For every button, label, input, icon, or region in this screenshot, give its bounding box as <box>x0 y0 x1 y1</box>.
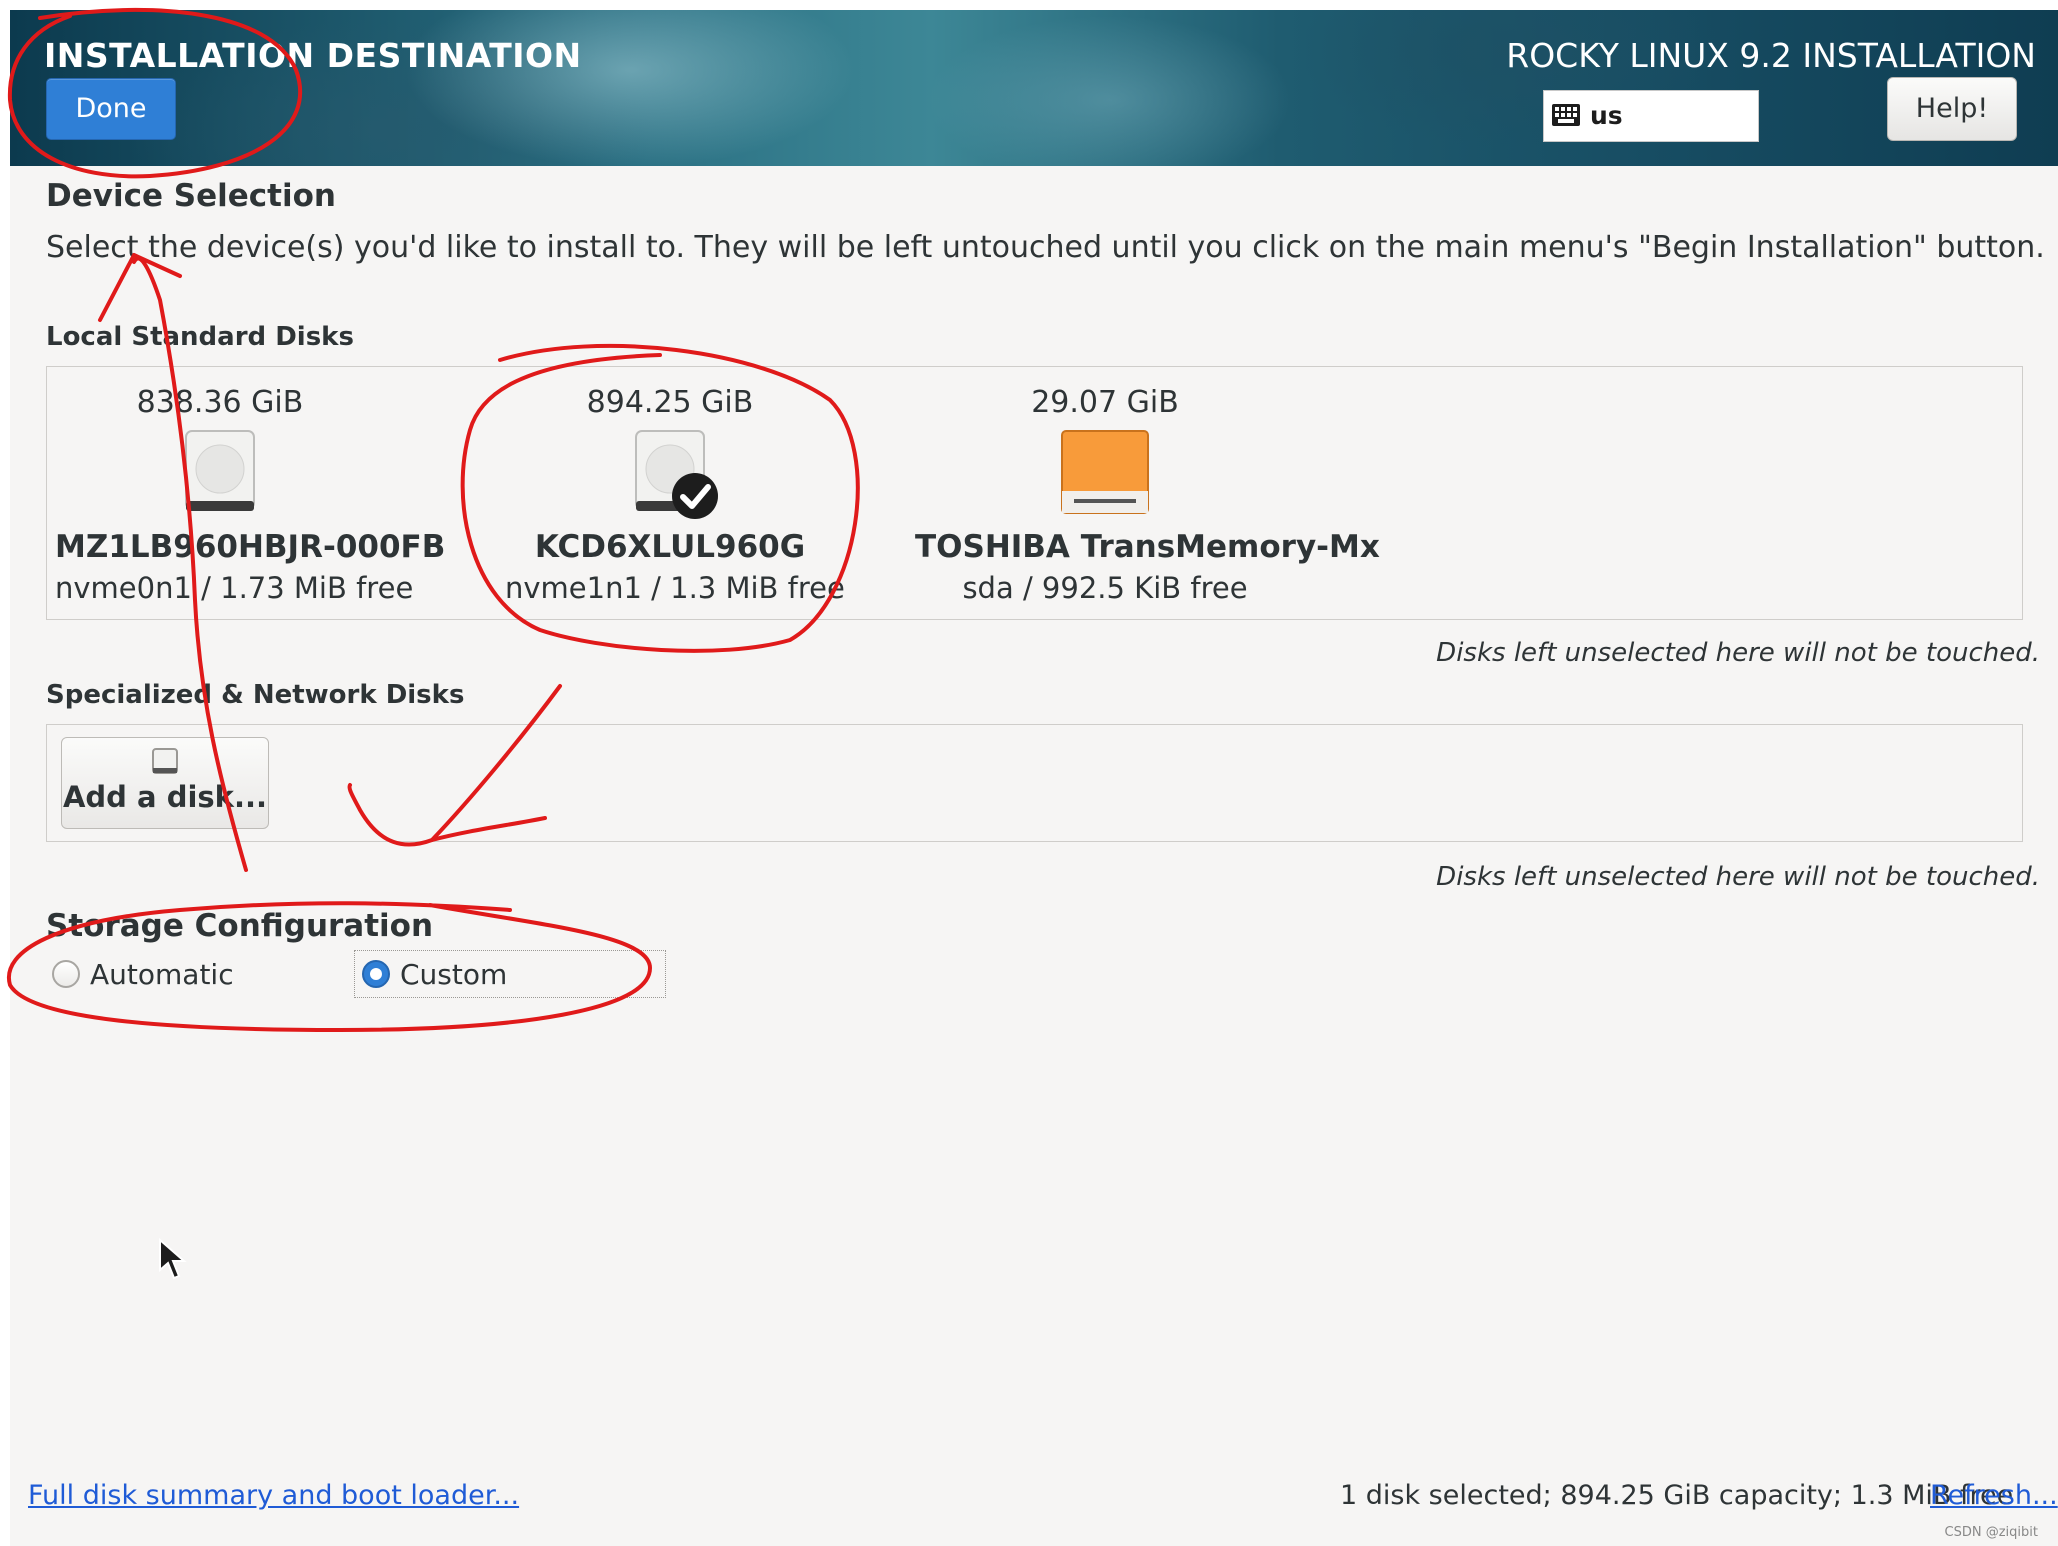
radio-automatic[interactable]: Automatic <box>52 950 234 998</box>
usb-drive-icon <box>1060 429 1150 514</box>
keyboard-icon <box>1552 104 1580 126</box>
disk-info: nvme1n1 / 1.3 MiB free <box>505 571 845 605</box>
installer-window: INSTALLATION DESTINATION Done ROCKY LINU… <box>10 10 2058 1546</box>
full-disk-summary-link[interactable]: Full disk summary and boot loader... <box>28 1480 519 1511</box>
disk-name: MZ1LB960HBJR-000FB <box>55 529 446 565</box>
disk-info: nvme0n1 / 1.73 MiB free <box>55 571 414 605</box>
local-disks-list: 838.36 GiB MZ1LB960HBJR-000FB nvme0n1 / … <box>46 366 2023 620</box>
hard-disk-icon <box>634 429 718 519</box>
radio-automatic-label: Automatic <box>90 957 234 991</box>
radio-custom-label: Custom <box>400 957 508 991</box>
radio-button-on[interactable] <box>362 960 390 988</box>
header-banner: INSTALLATION DESTINATION Done ROCKY LINU… <box>10 10 2058 166</box>
selection-status: 1 disk selected; 894.25 GiB capacity; 1.… <box>1340 1480 2014 1511</box>
specialized-disks-list: Add a disk... <box>46 724 2023 842</box>
page-title: INSTALLATION DESTINATION <box>44 36 582 75</box>
local-disks-heading: Local Standard Disks <box>46 322 354 352</box>
radio-custom[interactable]: Custom <box>362 950 507 998</box>
device-selection-description: Select the device(s) you'd like to insta… <box>46 230 2045 265</box>
mouse-cursor-icon <box>159 1238 187 1280</box>
keyboard-layout-indicator[interactable]: us <box>1543 90 1759 142</box>
disk-size: 29.07 GiB <box>1031 385 1179 420</box>
hard-disk-icon <box>184 429 256 513</box>
disk-name: TOSHIBA TransMemory-Mx <box>915 529 1380 565</box>
specialized-disks-heading: Specialized & Network Disks <box>46 680 465 710</box>
disk-item-nvme1n1[interactable]: 894.25 GiB KCD6XLUL960G nvme1n1 / 1.3 Mi… <box>505 367 845 605</box>
device-selection-heading: Device Selection <box>46 178 336 214</box>
radio-button-off[interactable] <box>52 960 80 988</box>
disk-name: KCD6XLUL960G <box>534 529 806 565</box>
small-disk-icon <box>152 748 178 774</box>
disk-size: 838.36 GiB <box>136 385 304 420</box>
disk-size: 894.25 GiB <box>586 385 754 420</box>
add-disk-button[interactable]: Add a disk... <box>61 737 269 829</box>
storage-configuration-heading: Storage Configuration <box>46 908 434 944</box>
disk-item-sda[interactable]: 29.07 GiB TOSHIBA TransMemory-Mx sda / 9… <box>915 367 1380 605</box>
done-button[interactable]: Done <box>46 78 176 140</box>
disk-item-nvme0n1[interactable]: 838.36 GiB MZ1LB960HBJR-000FB nvme0n1 / … <box>55 367 446 605</box>
add-disk-label: Add a disk... <box>62 780 268 814</box>
local-disks-note: Disks left unselected here will not be t… <box>1436 638 2040 668</box>
specialized-disks-note: Disks left unselected here will not be t… <box>1436 862 2040 892</box>
keyboard-layout-label: us <box>1590 101 1623 130</box>
disk-info: sda / 992.5 KiB free <box>962 571 1248 605</box>
selected-check-icon <box>672 473 718 519</box>
refresh-link[interactable]: Refresh... <box>1930 1480 2058 1511</box>
watermark: CSDN @ziqibit <box>1944 1525 2038 1540</box>
help-button[interactable]: Help! <box>1887 77 2017 141</box>
product-title: ROCKY LINUX 9.2 INSTALLATION <box>1506 36 2036 75</box>
